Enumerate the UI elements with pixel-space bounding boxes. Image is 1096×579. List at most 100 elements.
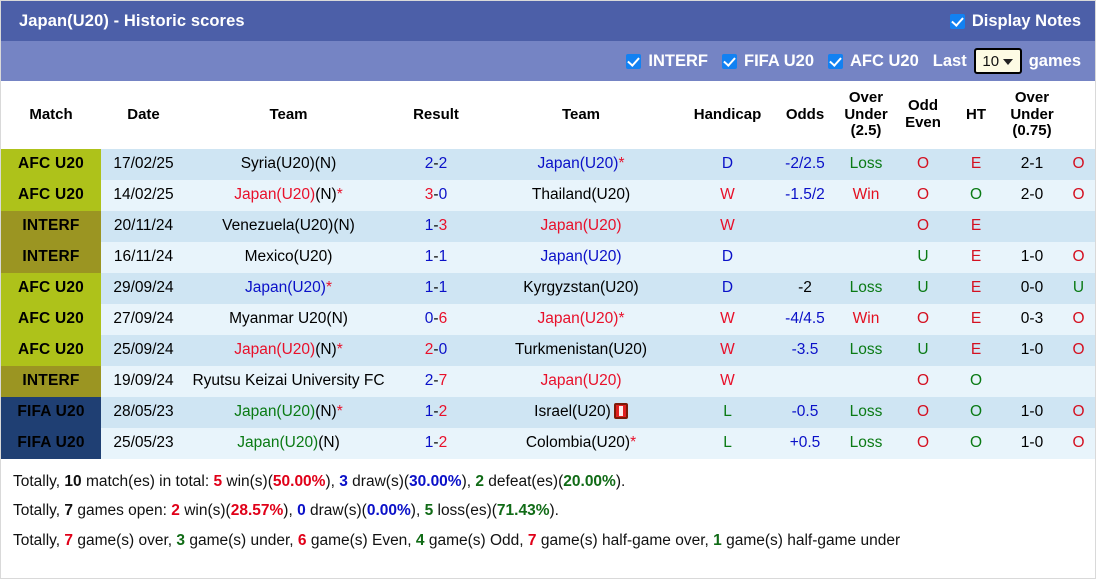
table-row[interactable]: AFC U20 27/09/24 Myanmar U20(N) 0-6 Japan(U2…: [1, 304, 1095, 335]
cell-result[interactable]: 0-6: [391, 304, 481, 335]
home-team-name: Japan(U20): [234, 403, 316, 421]
ou25-line1: Over: [848, 88, 884, 106]
wdl-indicator: D: [721, 279, 734, 297]
cell-match-type[interactable]: AFC U20: [1, 304, 101, 335]
ht-score: 1-0: [1020, 434, 1044, 452]
col-header-over-under-25[interactable]: Over Under (2.5): [836, 81, 896, 149]
txt: ),: [325, 473, 340, 490]
col-header-odds[interactable]: Odds: [774, 81, 836, 149]
cell-home-team[interactable]: Japan(U20)(N): [186, 428, 391, 459]
checkbox-icon[interactable]: [626, 53, 642, 69]
cell-ht: 2-1: [1002, 149, 1062, 180]
col-header-away-team[interactable]: Team: [481, 81, 681, 149]
col-header-match[interactable]: Match: [1, 81, 101, 149]
home-team-star-marker: *: [325, 279, 333, 297]
odds-result: Loss: [849, 155, 883, 173]
cell-away-team[interactable]: Japan(U20): [481, 211, 681, 242]
cell-match-type[interactable]: AFC U20: [1, 149, 101, 180]
cell-over-under-075: O: [1062, 304, 1095, 335]
home-team-venue: (N): [318, 434, 340, 452]
checkbox-icon[interactable]: [949, 13, 965, 29]
cell-over-under-075: U: [1062, 273, 1095, 304]
cell-home-team[interactable]: Venezuela(U20)(N): [186, 211, 391, 242]
cell-home-team[interactable]: Japan(U20)(N)*: [186, 335, 391, 366]
table-row[interactable]: INTERF 16/11/24 Mexico(U20) 1-1 Japan(U20) D U…: [1, 242, 1095, 273]
cell-match-type[interactable]: AFC U20: [1, 273, 101, 304]
handicap-value: -1.5/2: [785, 186, 825, 204]
cell-home-team[interactable]: Japan(U20)(N)*: [186, 397, 391, 428]
cell-away-team[interactable]: Kyrgyzstan(U20): [481, 273, 681, 304]
ou075-value: O: [1072, 341, 1085, 359]
cell-away-team[interactable]: Turkmenistan(U20): [481, 335, 681, 366]
summary-footer: Totally, 10 match(es) in total: 5 win(s)…: [1, 459, 1095, 562]
table-row[interactable]: AFC U20 17/02/25 Syria(U20)(N) 2-2 Japan(U20…: [1, 149, 1095, 180]
col-header-date[interactable]: Date: [101, 81, 186, 149]
cell-away-team[interactable]: Thailand(U20): [481, 180, 681, 211]
table-row[interactable]: AFC U20 25/09/24 Japan(U20)(N)* 2-0 Turkmeni…: [1, 335, 1095, 366]
cell-result[interactable]: 2-2: [391, 149, 481, 180]
cell-result[interactable]: 1-1: [391, 242, 481, 273]
cell-home-team[interactable]: Myanmar U20(N): [186, 304, 391, 335]
table-row[interactable]: INTERF 20/11/24 Venezuela(U20)(N) 1-3 Japan(…: [1, 211, 1095, 242]
table-row[interactable]: AFC U20 29/09/24 Japan(U20)* 1-1 Kyrgyzstan(…: [1, 273, 1095, 304]
games-count-select[interactable]: 10: [973, 48, 1022, 74]
cell-over-under-25: U: [896, 335, 950, 366]
cell-result[interactable]: 3-0: [391, 180, 481, 211]
table-row[interactable]: AFC U20 14/02/25 Japan(U20)(N)* 3-0 Thailand…: [1, 180, 1095, 211]
checkbox-icon[interactable]: [722, 53, 738, 69]
col-header-handicap[interactable]: Handicap: [681, 81, 774, 149]
col-header-over-under-075[interactable]: Over Under (0.75): [1002, 81, 1062, 149]
col-header-result[interactable]: Result: [391, 81, 481, 149]
historic-scores-table: Match Date Team Result Team Handicap Odd…: [1, 81, 1095, 459]
cell-match-type[interactable]: AFC U20: [1, 180, 101, 211]
txt: ).: [615, 473, 626, 490]
open-loss-pct: 71.43%: [496, 502, 550, 520]
cell-match-type[interactable]: INTERF: [1, 242, 101, 273]
filter-interf[interactable]: INTERF: [626, 52, 708, 71]
handicap-value: -0.5: [791, 403, 819, 421]
cell-match-type[interactable]: INTERF: [1, 211, 101, 242]
cell-result[interactable]: 1-1: [391, 273, 481, 304]
cell-match-type[interactable]: INTERF: [1, 366, 101, 397]
cell-wdl-handicap: D: [681, 273, 774, 304]
cell-over-under-075: O: [1062, 242, 1095, 273]
col-header-ht[interactable]: HT: [950, 81, 1002, 149]
defeats-count: 2: [475, 473, 484, 490]
cell-match-type[interactable]: AFC U20: [1, 335, 101, 366]
cell-home-team[interactable]: Syria(U20)(N): [186, 149, 391, 180]
table-header-row: Match Date Team Result Team Handicap Odd…: [1, 81, 1095, 149]
cell-match-type[interactable]: FIFA U20: [1, 397, 101, 428]
cell-away-team[interactable]: Japan(U20)*: [481, 149, 681, 180]
cell-date: 25/09/24: [101, 335, 186, 366]
ht-score: 1-0: [1020, 341, 1044, 359]
handicap-value: +0.5: [789, 434, 821, 452]
cell-home-team[interactable]: Mexico(U20): [186, 242, 391, 273]
cell-over-under-075: O: [1062, 428, 1095, 459]
display-notes-toggle[interactable]: Display Notes: [949, 12, 1081, 31]
txt: win(s)(: [179, 502, 231, 520]
table-row[interactable]: FIFA U20 25/05/23 Japan(U20)(N) 1-2 Colombia…: [1, 428, 1095, 459]
filter-afc-u20[interactable]: AFC U20: [828, 52, 919, 71]
checkbox-icon[interactable]: [828, 53, 844, 69]
table-row[interactable]: INTERF 19/09/24 Ryutsu Keizai University F…: [1, 366, 1095, 397]
cell-home-team[interactable]: Ryutsu Keizai University FC: [186, 366, 391, 397]
cell-home-team[interactable]: Japan(U20)(N)*: [186, 180, 391, 211]
cell-away-team[interactable]: Japan(U20): [481, 242, 681, 273]
cell-match-type[interactable]: FIFA U20: [1, 428, 101, 459]
cell-away-team[interactable]: Japan(U20)*: [481, 304, 681, 335]
cell-result[interactable]: 1-3: [391, 211, 481, 242]
cell-away-team[interactable]: Colombia(U20)*: [481, 428, 681, 459]
cell-away-team[interactable]: Japan(U20): [481, 366, 681, 397]
col-header-home-team[interactable]: Team: [186, 81, 391, 149]
table-row[interactable]: FIFA U20 28/05/23 Japan(U20)(N)* 1-2 Israel(…: [1, 397, 1095, 428]
cell-result[interactable]: 1-2: [391, 397, 481, 428]
cell-result[interactable]: 2-7: [391, 366, 481, 397]
cell-result[interactable]: 1-2: [391, 428, 481, 459]
table-body: AFC U20 17/02/25 Syria(U20)(N) 2-2 Japan(U20…: [1, 149, 1095, 459]
filter-fifa-u20[interactable]: FIFA U20: [722, 52, 814, 71]
defeats-pct: 20.00%: [563, 473, 616, 490]
cell-home-team[interactable]: Japan(U20)*: [186, 273, 391, 304]
cell-away-team[interactable]: Israel(U20): [481, 397, 681, 428]
cell-result[interactable]: 2-0: [391, 335, 481, 366]
col-header-odd-even[interactable]: Odd Even: [896, 81, 950, 149]
